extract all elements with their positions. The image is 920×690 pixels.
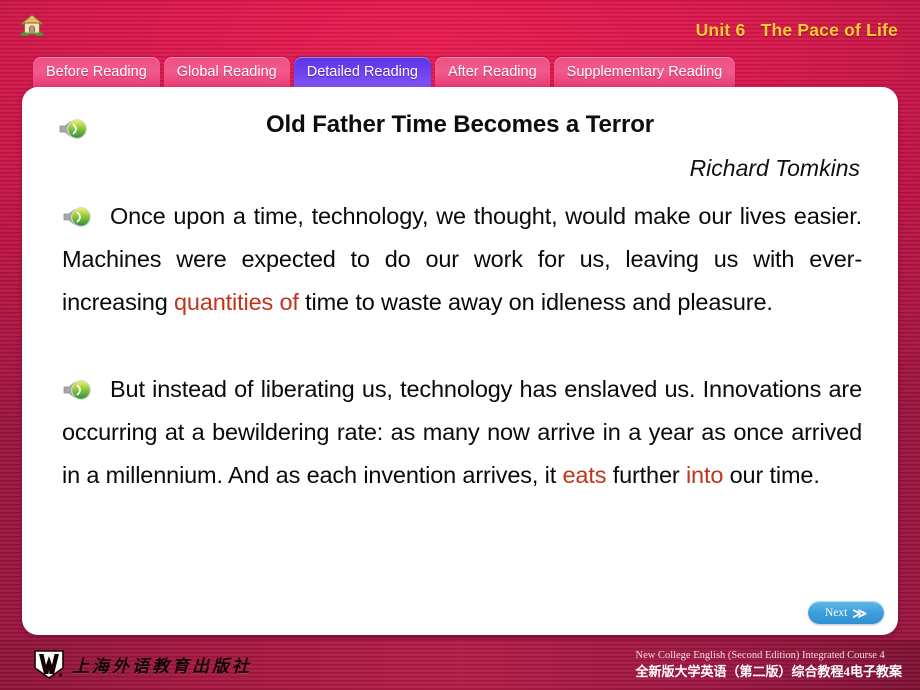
body-text: time to waste away on idleness and pleas…: [298, 289, 773, 315]
paragraph-2-text: But instead of liberating us, technology…: [62, 376, 862, 488]
home-icon-glyph: [19, 14, 45, 36]
publisher-logo: 上海外语教育出版社: [34, 650, 252, 679]
footer-course-en: New College English (Second Edition) Int…: [635, 650, 885, 661]
content-card: Old Father Time Becomes a Terror Richard…: [22, 87, 898, 635]
unit-title-text: The Pace of Life: [760, 20, 898, 40]
tab-label: Global Reading: [176, 64, 277, 80]
body-text: further: [606, 462, 686, 488]
next-button-label: Next: [824, 606, 848, 619]
footer-course-info: New College English (Second Edition) Int…: [635, 648, 902, 681]
section-tabs: Before Reading Global Reading Detailed Rea…: [33, 54, 736, 88]
highlighted-phrase: into: [685, 462, 724, 488]
tab-after-reading[interactable]: After Reading: [434, 57, 550, 88]
speaker-icon[interactable]: [62, 206, 92, 228]
publisher-logo-icon: [34, 650, 64, 679]
body-text: our time.: [723, 462, 820, 488]
next-button[interactable]: Next ≫: [808, 601, 884, 624]
slide-stage: Unit 6 The Pace of Life Before Reading Gl…: [0, 0, 920, 690]
highlighted-phrase: eats: [562, 462, 607, 488]
paragraph-2: But instead of liberating us, technology…: [62, 368, 862, 497]
paragraph-1: Once upon a time, technology, we thought…: [62, 195, 862, 324]
document-title: Old Father Time Becomes a Terror: [265, 111, 655, 138]
footer-course-cn: 全新版大学英语（第二版）综合教程4电子教案: [635, 664, 902, 679]
tab-global-reading[interactable]: Global Reading: [163, 57, 290, 88]
home-icon[interactable]: [18, 12, 46, 38]
tab-supplementary-reading[interactable]: Supplementary Reading: [553, 57, 736, 88]
tab-label: Detailed Reading: [306, 64, 418, 80]
speaker-icon[interactable]: [62, 379, 92, 401]
tab-before-reading[interactable]: Before Reading: [33, 57, 160, 88]
unit-label: Unit 6: [695, 20, 746, 40]
title-row: Old Father Time Becomes a Terror: [22, 111, 898, 151]
tab-detailed-reading[interactable]: Detailed Reading: [293, 57, 431, 88]
slide-header: Unit 6 The Pace of Life: [0, 0, 920, 50]
author-name: Richard Tomkins: [689, 155, 860, 181]
tab-label: After Reading: [447, 64, 537, 80]
speaker-icon-glyph: [63, 379, 92, 401]
page-title: Unit 6 The Pace of Life: [696, 20, 898, 41]
tab-label: Supplementary Reading: [566, 64, 723, 80]
publisher-name-cn: 上海外语教育出版社: [72, 657, 252, 676]
speaker-icon-glyph: [63, 206, 92, 228]
tab-label: Before Reading: [46, 64, 147, 80]
double-chevron-right-icon: ≫: [852, 604, 867, 621]
highlighted-phrase: quantities of: [174, 289, 299, 315]
slide-footer: 上海外语教育出版社 New College English (Second Ed…: [0, 640, 920, 690]
paragraph-1-text: Once upon a time, technology, we thought…: [62, 203, 862, 315]
